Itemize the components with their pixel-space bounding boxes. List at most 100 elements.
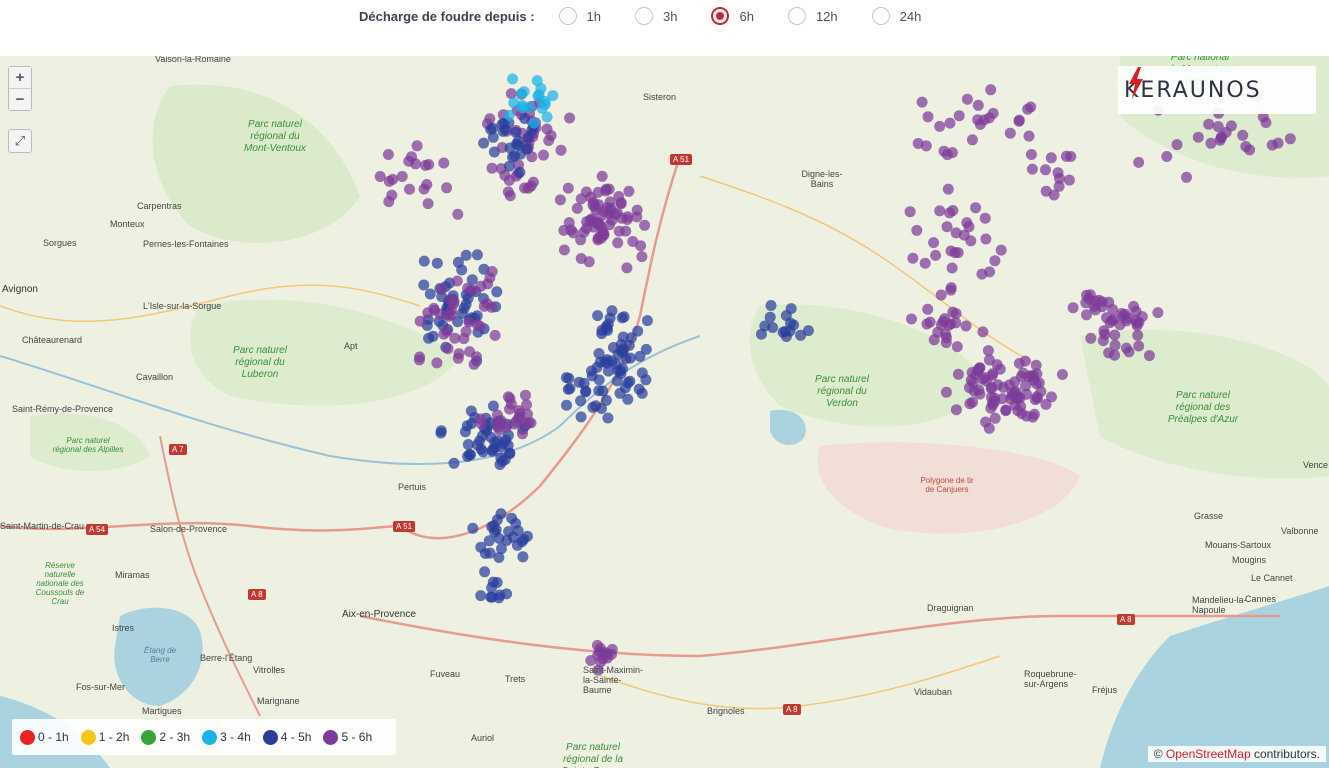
lightning-strike-marker xyxy=(777,326,789,338)
lightning-strike-marker xyxy=(950,227,962,239)
lightning-strike-marker xyxy=(980,233,992,245)
lightning-strike-marker xyxy=(575,395,587,407)
legend-swatch xyxy=(323,729,339,745)
lightning-strike-marker xyxy=(1046,391,1057,403)
lightning-strike-marker xyxy=(1220,126,1232,138)
lightning-strike-marker xyxy=(489,329,501,341)
lightning-strike-marker xyxy=(907,252,919,264)
lightning-strike-marker xyxy=(940,386,952,398)
lightning-strike-marker xyxy=(442,343,454,355)
lightning-strike-marker xyxy=(979,212,991,224)
lightning-strike-marker xyxy=(510,416,522,428)
radio-button[interactable] xyxy=(787,7,806,25)
lightning-strike-marker xyxy=(970,202,982,214)
lightning-strike-marker xyxy=(1013,115,1025,127)
radio-button[interactable] xyxy=(635,7,654,25)
lightning-strike-marker xyxy=(1266,139,1278,151)
lightning-strike-marker xyxy=(944,207,956,219)
lightning-strike-marker xyxy=(621,262,633,274)
lightning-strike-marker xyxy=(545,130,557,141)
lightning-map[interactable]: Vaison-la-Romaine Carpentras Monteux Sor… xyxy=(0,56,1329,768)
lightning-strike-marker xyxy=(1192,131,1204,143)
lightning-strike-marker xyxy=(985,383,997,395)
lightning-strike-marker xyxy=(596,170,608,182)
lightning-strike-marker xyxy=(934,205,946,217)
lightning-strike-marker xyxy=(1063,174,1075,186)
lightning-strike-marker xyxy=(615,338,627,350)
park-label: Parc naturel régional du Verdon xyxy=(815,374,869,409)
lightning-strike-marker xyxy=(795,329,807,341)
lightning-strike-marker xyxy=(965,235,977,247)
place-label: Saint-Maximin-la-Sainte-Baume xyxy=(583,665,644,695)
legend-label: 2 - 3h xyxy=(159,730,191,744)
lightning-strike-marker xyxy=(422,198,434,210)
radio-option-24h[interactable]: 24h xyxy=(871,7,921,25)
park-label: Parc naturel régional des Alpilles xyxy=(52,436,124,454)
place-label: Cannes xyxy=(1245,594,1277,604)
radio-button-selected[interactable] xyxy=(711,7,730,25)
fullscreen-button[interactable]: ⤢ xyxy=(8,129,32,153)
lightning-strike-marker xyxy=(431,357,443,369)
lightning-strike-marker xyxy=(1031,391,1043,403)
place-label: Avignon xyxy=(2,284,38,295)
radio-option-12h[interactable]: 12h xyxy=(787,7,838,25)
place-label: Valbonne xyxy=(1281,526,1319,536)
lightning-strike-marker xyxy=(780,310,792,322)
lightning-strike-marker xyxy=(507,151,518,163)
radio-button[interactable] xyxy=(871,7,890,25)
lightning-strike-marker xyxy=(631,204,643,216)
lightning-strike-marker xyxy=(1019,355,1031,367)
place-label: Cavaillon xyxy=(136,372,174,382)
lightning-strike-marker xyxy=(922,303,934,315)
lightning-strike-marker xyxy=(580,186,592,198)
road-shield: A 54 xyxy=(86,524,109,535)
lightning-strike-marker xyxy=(593,217,605,229)
lightning-strike-marker xyxy=(951,341,963,353)
lightning-strike-marker xyxy=(1030,359,1042,371)
lightning-strike-marker xyxy=(517,428,528,440)
lightning-strike-marker xyxy=(413,354,425,366)
lightning-strike-marker xyxy=(1143,350,1155,362)
lightning-strike-marker xyxy=(950,308,962,320)
road-shield: A 51 xyxy=(670,154,693,165)
zoom-in-button[interactable]: + xyxy=(9,67,31,88)
lightning-strike-marker xyxy=(950,404,962,416)
road-shield: A 51 xyxy=(393,521,416,532)
radio-option-1h[interactable]: 1h xyxy=(558,7,601,25)
zoom-out-button[interactable]: − xyxy=(9,88,31,110)
lightning-strike-marker xyxy=(512,525,524,537)
lightning-strike-marker xyxy=(1237,129,1249,141)
road-shield: A 8 xyxy=(783,704,801,715)
lightning-strike-marker xyxy=(555,144,567,156)
lightning-strike-marker xyxy=(602,412,614,424)
lightning-strike-marker xyxy=(904,206,916,218)
osm-link[interactable]: OpenStreetMap xyxy=(1166,747,1251,761)
lightning-strike-marker xyxy=(411,140,423,152)
legend-item: 0 - 1h xyxy=(20,729,69,745)
lightning-strike-marker xyxy=(953,110,965,122)
lightning-strike-marker xyxy=(467,522,479,534)
lightning-strike-marker xyxy=(939,313,951,325)
lightning-strike-marker xyxy=(987,368,999,380)
place-label: Brignoles xyxy=(707,706,745,716)
radio-option-3h[interactable]: 3h xyxy=(635,7,677,25)
lightning-strike-marker xyxy=(1136,311,1148,323)
road-shield: A 8 xyxy=(248,589,266,600)
place-label: Pertuis xyxy=(398,482,427,492)
lightning-strike-marker xyxy=(441,182,453,194)
lightning-strike-marker xyxy=(1021,388,1032,400)
lightning-strike-marker xyxy=(995,244,1007,256)
lightning-strike-marker xyxy=(930,249,942,261)
map-legend: 0 - 1h 1 - 2h 2 - 3h 3 - 4h 4 - 5h 5 - 6… xyxy=(12,719,397,755)
lightning-strike-marker xyxy=(592,310,604,322)
radio-button[interactable] xyxy=(558,7,577,25)
place-label: Apt xyxy=(344,341,358,351)
lightning-strike-marker xyxy=(1028,408,1040,420)
lightning-strike-marker xyxy=(382,149,394,160)
lightning-strike-marker xyxy=(623,185,635,197)
time-filter: Décharge de foudre depuis : 1h 3h 6h 12h… xyxy=(359,6,955,26)
legend-swatch xyxy=(202,729,218,745)
lightning-strike-marker xyxy=(964,398,976,410)
radio-option-6h[interactable]: 6h xyxy=(711,7,754,25)
lightning-strike-marker xyxy=(1109,329,1121,341)
